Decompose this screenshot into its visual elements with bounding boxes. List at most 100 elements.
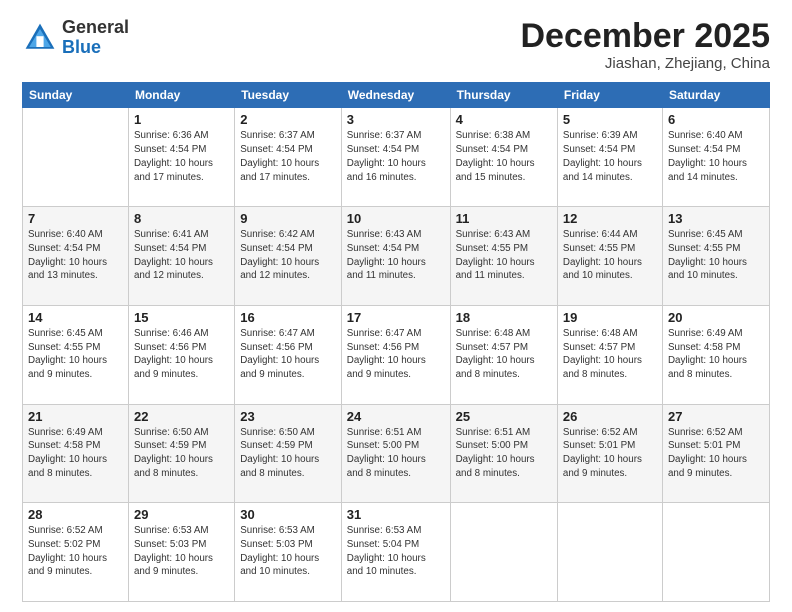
week-row-3: 14 Sunrise: 6:45 AMSunset: 4:55 PMDayligh… bbox=[23, 305, 770, 404]
day-info: Sunrise: 6:41 AMSunset: 4:54 PMDaylight:… bbox=[134, 228, 229, 283]
day-info: Sunrise: 6:51 AMSunset: 5:00 PMDaylight:… bbox=[456, 426, 552, 481]
day-number: 6 bbox=[668, 112, 764, 127]
day-info: Sunrise: 6:52 AMSunset: 5:01 PMDaylight:… bbox=[668, 426, 764, 481]
day-info: Sunrise: 6:45 AMSunset: 4:55 PMDaylight:… bbox=[28, 327, 123, 382]
col-monday: Monday bbox=[128, 83, 234, 108]
cell-week1-day2: 2 Sunrise: 6:37 AMSunset: 4:54 PMDaylight… bbox=[235, 108, 342, 207]
cell-week2-day5: 12 Sunrise: 6:44 AMSunset: 4:55 PMDayligh… bbox=[557, 207, 662, 306]
day-number: 27 bbox=[668, 409, 764, 424]
day-info: Sunrise: 6:50 AMSunset: 4:59 PMDaylight:… bbox=[240, 426, 336, 481]
title-month: December 2025 bbox=[520, 18, 770, 55]
day-info: Sunrise: 6:53 AMSunset: 5:03 PMDaylight:… bbox=[240, 524, 336, 579]
cell-week3-day5: 19Sunrise: 6:48 AMSunset: 4:57 PMDayligh… bbox=[557, 305, 662, 404]
day-info: Sunrise: 6:48 AMSunset: 4:57 PMDaylight:… bbox=[456, 327, 552, 382]
day-number: 4 bbox=[456, 112, 552, 127]
cell-week2-day1: 8Sunrise: 6:41 AMSunset: 4:54 PMDaylight… bbox=[128, 207, 234, 306]
week-row-4: 21 Sunrise: 6:49 AMSunset: 4:58 PMDayligh… bbox=[23, 404, 770, 503]
day-info: Sunrise: 6:44 AMSunset: 4:55 PMDaylight:… bbox=[563, 228, 657, 283]
calendar-header-row: Sunday Monday Tuesday Wednesday Thursday… bbox=[23, 83, 770, 108]
logo-icon bbox=[22, 20, 58, 56]
cell-week5-day0: 28 Sunrise: 6:52 AMSunset: 5:02 PMDayligh… bbox=[23, 503, 129, 602]
cell-week4-day0: 21 Sunrise: 6:49 AMSunset: 4:58 PMDayligh… bbox=[23, 404, 129, 503]
day-info: Sunrise: 6:50 AMSunset: 4:59 PMDaylight:… bbox=[134, 426, 229, 481]
day-number: 24 bbox=[347, 409, 445, 424]
day-number: 9 bbox=[240, 211, 336, 226]
day-number: 5 bbox=[563, 112, 657, 127]
title-block: December 2025 Jiashan, Zhejiang, China bbox=[520, 18, 770, 72]
cell-week1-day1: 1 Sunrise: 6:36 AMSunset: 4:54 PMDaylight… bbox=[128, 108, 234, 207]
cell-week5-day3: 31 Sunrise: 6:53 AMSunset: 5:04 PMDayligh… bbox=[341, 503, 450, 602]
day-info: Sunrise: 6:52 AMSunset: 5:02 PMDaylight:… bbox=[28, 524, 123, 579]
cell-week1-day4: 4 Sunrise: 6:38 AMSunset: 4:54 PMDaylight… bbox=[450, 108, 557, 207]
day-info: Sunrise: 6:36 AMSunset: 4:54 PMDaylight:… bbox=[134, 129, 229, 184]
col-saturday: Saturday bbox=[662, 83, 769, 108]
day-info: Sunrise: 6:39 AMSunset: 4:54 PMDaylight:… bbox=[563, 129, 657, 184]
cell-week3-day1: 15 Sunrise: 6:46 AMSunset: 4:56 PMDayligh… bbox=[128, 305, 234, 404]
cell-week5-day4 bbox=[450, 503, 557, 602]
cell-week5-day5 bbox=[557, 503, 662, 602]
cell-week2-day0: 7Sunrise: 6:40 AMSunset: 4:54 PMDaylight… bbox=[23, 207, 129, 306]
cell-week4-day3: 24 Sunrise: 6:51 AMSunset: 5:00 PMDayligh… bbox=[341, 404, 450, 503]
col-friday: Friday bbox=[557, 83, 662, 108]
day-number: 1 bbox=[134, 112, 229, 127]
day-number: 11 bbox=[456, 211, 552, 226]
day-info: Sunrise: 6:48 AMSunset: 4:57 PMDaylight:… bbox=[563, 327, 657, 382]
day-number: 16 bbox=[240, 310, 336, 325]
day-number: 12 bbox=[563, 211, 657, 226]
day-info: Sunrise: 6:49 AMSunset: 4:58 PMDaylight:… bbox=[668, 327, 764, 382]
day-info: Sunrise: 6:43 AMSunset: 4:54 PMDaylight:… bbox=[347, 228, 445, 283]
day-info: Sunrise: 6:49 AMSunset: 4:58 PMDaylight:… bbox=[28, 426, 123, 481]
day-number: 21 bbox=[28, 409, 123, 424]
day-number: 2 bbox=[240, 112, 336, 127]
day-number: 30 bbox=[240, 507, 336, 522]
cell-week2-day4: 11Sunrise: 6:43 AMSunset: 4:55 PMDayligh… bbox=[450, 207, 557, 306]
week-row-1: 1 Sunrise: 6:36 AMSunset: 4:54 PMDaylight… bbox=[23, 108, 770, 207]
day-info: Sunrise: 6:52 AMSunset: 5:01 PMDaylight:… bbox=[563, 426, 657, 481]
day-info: Sunrise: 6:46 AMSunset: 4:56 PMDaylight:… bbox=[134, 327, 229, 382]
day-number: 26 bbox=[563, 409, 657, 424]
logo-general-text: General bbox=[62, 18, 129, 38]
title-location: Jiashan, Zhejiang, China bbox=[520, 55, 770, 72]
cell-week3-day0: 14 Sunrise: 6:45 AMSunset: 4:55 PMDayligh… bbox=[23, 305, 129, 404]
day-number: 3 bbox=[347, 112, 445, 127]
week-row-2: 7Sunrise: 6:40 AMSunset: 4:54 PMDaylight… bbox=[23, 207, 770, 306]
day-number: 29 bbox=[134, 507, 229, 522]
col-tuesday: Tuesday bbox=[235, 83, 342, 108]
day-info: Sunrise: 6:37 AMSunset: 4:54 PMDaylight:… bbox=[240, 129, 336, 184]
cell-week4-day2: 23 Sunrise: 6:50 AMSunset: 4:59 PMDayligh… bbox=[235, 404, 342, 503]
day-number: 28 bbox=[28, 507, 123, 522]
cell-week4-day5: 26 Sunrise: 6:52 AMSunset: 5:01 PMDayligh… bbox=[557, 404, 662, 503]
day-info: Sunrise: 6:53 AMSunset: 5:03 PMDaylight:… bbox=[134, 524, 229, 579]
week-row-5: 28 Sunrise: 6:52 AMSunset: 5:02 PMDayligh… bbox=[23, 503, 770, 602]
day-number: 13 bbox=[668, 211, 764, 226]
day-info: Sunrise: 6:51 AMSunset: 5:00 PMDaylight:… bbox=[347, 426, 445, 481]
cell-week5-day1: 29 Sunrise: 6:53 AMSunset: 5:03 PMDayligh… bbox=[128, 503, 234, 602]
day-number: 22 bbox=[134, 409, 229, 424]
cell-week5-day6 bbox=[662, 503, 769, 602]
day-number: 15 bbox=[134, 310, 229, 325]
day-info: Sunrise: 6:38 AMSunset: 4:54 PMDaylight:… bbox=[456, 129, 552, 184]
cell-week4-day1: 22 Sunrise: 6:50 AMSunset: 4:59 PMDayligh… bbox=[128, 404, 234, 503]
day-number: 25 bbox=[456, 409, 552, 424]
day-number: 7 bbox=[28, 211, 123, 226]
logo: General Blue bbox=[22, 18, 129, 58]
logo-text: General Blue bbox=[62, 18, 129, 58]
logo-blue-text: Blue bbox=[62, 38, 129, 58]
cell-week2-day3: 10Sunrise: 6:43 AMSunset: 4:54 PMDayligh… bbox=[341, 207, 450, 306]
day-info: Sunrise: 6:42 AMSunset: 4:54 PMDaylight:… bbox=[240, 228, 336, 283]
day-number: 14 bbox=[28, 310, 123, 325]
day-number: 23 bbox=[240, 409, 336, 424]
cell-week4-day6: 27 Sunrise: 6:52 AMSunset: 5:01 PMDayligh… bbox=[662, 404, 769, 503]
calendar-table: Sunday Monday Tuesday Wednesday Thursday… bbox=[22, 82, 770, 602]
cell-week3-day2: 16Sunrise: 6:47 AMSunset: 4:56 PMDayligh… bbox=[235, 305, 342, 404]
col-thursday: Thursday bbox=[450, 83, 557, 108]
cell-week1-day0 bbox=[23, 108, 129, 207]
cell-week1-day3: 3Sunrise: 6:37 AMSunset: 4:54 PMDaylight… bbox=[341, 108, 450, 207]
cell-week3-day4: 18 Sunrise: 6:48 AMSunset: 4:57 PMDayligh… bbox=[450, 305, 557, 404]
day-number: 20 bbox=[668, 310, 764, 325]
col-sunday: Sunday bbox=[23, 83, 129, 108]
day-number: 31 bbox=[347, 507, 445, 522]
cell-week2-day2: 9 Sunrise: 6:42 AMSunset: 4:54 PMDaylight… bbox=[235, 207, 342, 306]
day-number: 18 bbox=[456, 310, 552, 325]
day-info: Sunrise: 6:53 AMSunset: 5:04 PMDaylight:… bbox=[347, 524, 445, 579]
